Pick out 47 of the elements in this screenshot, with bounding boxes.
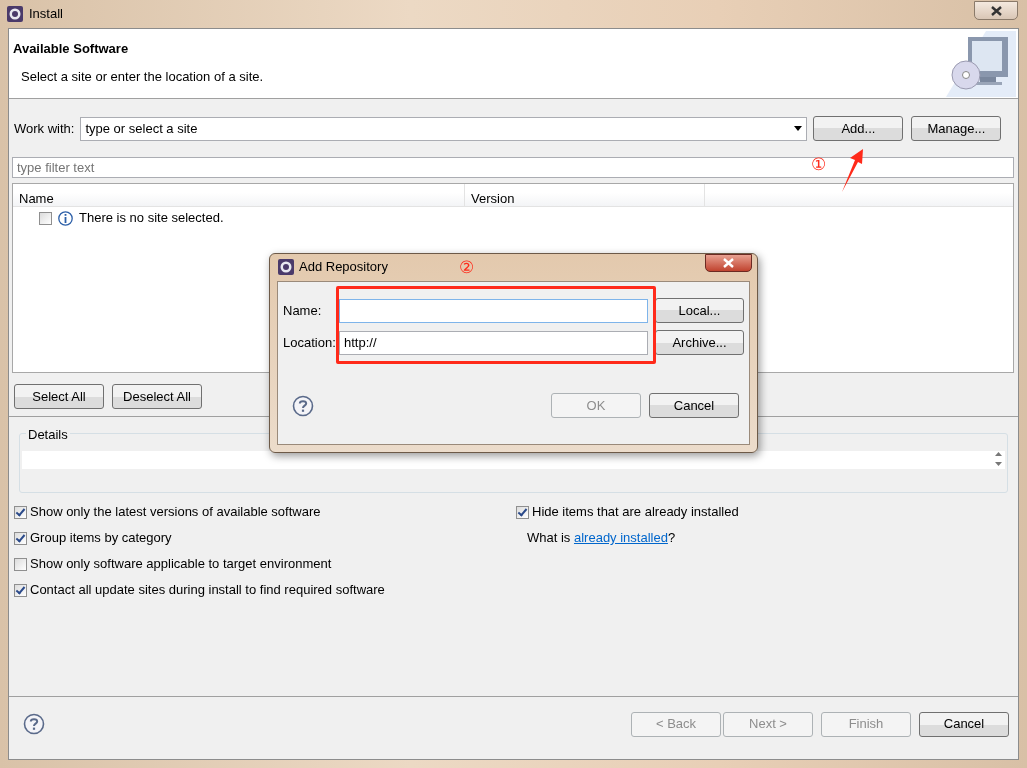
option-checkbox[interactable] [516, 505, 529, 519]
help-icon[interactable] [292, 394, 314, 417]
option-label: Contact all update sites during install to find required software [30, 581, 385, 600]
installed-note: What is already installed? [526, 529, 677, 547]
info-icon [58, 210, 73, 226]
window-icon [7, 6, 23, 22]
column-header: Version [465, 184, 705, 206]
scroll-arrows-icon [995, 451, 1002, 467]
annotation-number: ① [811, 156, 826, 173]
column-header: Name [13, 184, 465, 206]
cancel-button[interactable]: Cancel [649, 393, 739, 418]
cancel-button[interactable]: Cancel [919, 711, 1009, 737]
dropdown-icon [794, 126, 803, 131]
work-with-label: Work with: [14, 119, 75, 138]
window-icon [278, 259, 294, 275]
option-checkbox[interactable] [14, 557, 27, 571]
location-label: Location: [283, 333, 337, 352]
option-label: Show only software applicable to target environment [30, 555, 332, 574]
option-checkbox[interactable] [14, 505, 27, 519]
close-icon [990, 5, 1002, 16]
site-combo-box[interactable]: type or select a site [80, 116, 808, 141]
already-installed-link[interactable]: already installed [573, 530, 668, 545]
window-title: Install [29, 5, 63, 24]
local-button[interactable]: Local... [655, 298, 744, 323]
annotation-number: ② [459, 259, 474, 276]
dialog-title: Add Repository [299, 258, 388, 277]
option-label: Group items by category [30, 529, 172, 548]
option-label: Show only the latest versions of available software [30, 503, 321, 522]
close-button[interactable] [974, 1, 1018, 20]
close-icon [723, 258, 734, 268]
archive-button[interactable]: Archive... [655, 330, 744, 355]
name-field[interactable] [339, 298, 648, 323]
location-field[interactable]: http:// [339, 330, 648, 355]
option-checkbox[interactable] [14, 531, 27, 545]
select-all-button[interactable]: Select All [14, 384, 104, 409]
add-button[interactable]: Add... [813, 116, 904, 141]
row-checkbox[interactable] [39, 211, 52, 225]
name-label: Name: [283, 301, 323, 320]
page-title: Available Software [13, 40, 130, 58]
option-label: Hide items that are already installed [532, 503, 739, 522]
deselect-all-button[interactable]: Deselect All [112, 384, 202, 409]
row-text: There is no site selected. [79, 209, 224, 228]
page-subtitle: Select a site or enter the location of a site. [21, 67, 264, 86]
close-button[interactable] [705, 254, 752, 272]
option-checkbox[interactable] [14, 583, 27, 597]
manage-button[interactable]: Manage... [911, 116, 1002, 141]
help-icon[interactable] [23, 713, 45, 735]
